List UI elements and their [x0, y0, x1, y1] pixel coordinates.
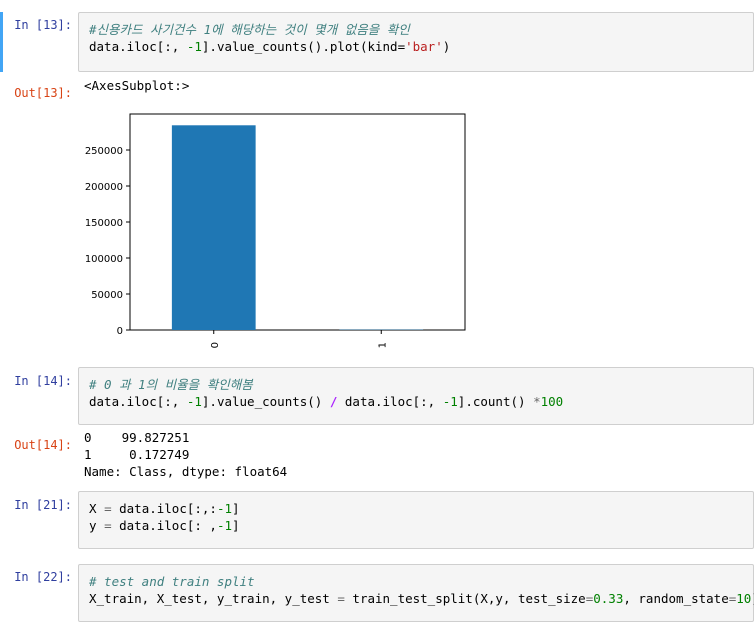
y-tick-label: 50000 [91, 290, 123, 301]
code-token: -1 [216, 501, 233, 516]
code-token: data.iloc[:,: [111, 501, 217, 516]
code-token: 0.33 [593, 591, 624, 606]
code-token: ].count() [457, 394, 534, 409]
y-tick-label: 200000 [85, 182, 123, 193]
code-token: -1 [186, 394, 202, 409]
code-token: data.iloc[:, [89, 394, 187, 409]
code-comment: # 0 과 1의 비율을 확인해봄 [89, 377, 253, 392]
code-token: , random_state [623, 591, 729, 606]
code-token: ].value_counts() [201, 394, 330, 409]
code-cell-input[interactable]: # 0 과 1의 비율을 확인해봄 data.iloc[:, -1].value… [78, 367, 754, 425]
code-token: 'bar' [405, 39, 443, 54]
code-token: data.iloc[:, [89, 39, 187, 54]
x-axis: 01 [210, 330, 388, 348]
code-comment: # test and train split [89, 574, 255, 589]
x-tick-label: 1 [377, 342, 388, 348]
y-axis: 0 50000 100000 150000 200000 250000 [85, 146, 130, 337]
code-token: * [533, 394, 541, 409]
out-prompt: Out[13]: [14, 86, 72, 100]
in-prompt: In [14]: [14, 374, 72, 388]
code-token: data.iloc[: , [111, 518, 217, 533]
in-prompt: In [21]: [14, 498, 72, 512]
code-token: ] [232, 518, 240, 533]
y-tick-label: 0 [117, 326, 123, 337]
code-cell-input[interactable]: X = data.iloc[:,:-1] y = data.iloc[: ,-1… [78, 491, 754, 549]
code-token: 100 [540, 394, 564, 409]
in-prompt: In [22]: [14, 570, 72, 584]
in-prompt: In [13]: [14, 18, 72, 32]
active-cell-indicator [0, 12, 3, 72]
code-token: train_test_split(X,y, test_size [344, 591, 586, 606]
code-token: -1 [442, 394, 458, 409]
code-cell-input[interactable]: # test and train split X_train, X_test, … [78, 564, 754, 622]
y-tick-label: 100000 [85, 254, 123, 265]
code-token: -1 [186, 39, 202, 54]
code-token: X_train, X_test, y_train, y_test [89, 591, 338, 606]
bar-chart: 050000100000150000200000250000 01 [85, 113, 466, 348]
y-tick-label: 150000 [85, 218, 123, 229]
code-token: ].value_counts().plot(kind= [201, 39, 406, 54]
code-token: data.iloc[:, [337, 394, 443, 409]
x-tick-label: 0 [210, 342, 221, 348]
bars [171, 125, 424, 330]
code-token: = [104, 501, 112, 516]
bar-0 [171, 125, 256, 330]
code-comment: #신용카드 사기건수 1에 해당하는 것이 몇개 없음을 확인 [89, 22, 410, 37]
code-token: ] [232, 501, 240, 516]
y-tick-label: 250000 [85, 146, 123, 157]
code-token: X [89, 501, 105, 516]
code-token: -1 [216, 518, 233, 533]
code-token: = [104, 518, 112, 533]
code-token: y [89, 518, 105, 533]
code-token: 10 [736, 591, 752, 606]
code-token: = [337, 591, 345, 606]
code-token: ) [442, 39, 451, 54]
output-line: 0 99.827251 [84, 430, 190, 445]
code-cell-input[interactable]: #신용카드 사기건수 1에 해당하는 것이 몇개 없음을 확인 data.ilo… [78, 12, 754, 72]
out-prompt: Out[14]: [14, 438, 72, 452]
output-text: <AxesSubplot:> [84, 78, 190, 93]
output-line: 1 0.172749 [84, 447, 190, 462]
output-line: Name: Class, dtype: float64 [84, 464, 288, 479]
